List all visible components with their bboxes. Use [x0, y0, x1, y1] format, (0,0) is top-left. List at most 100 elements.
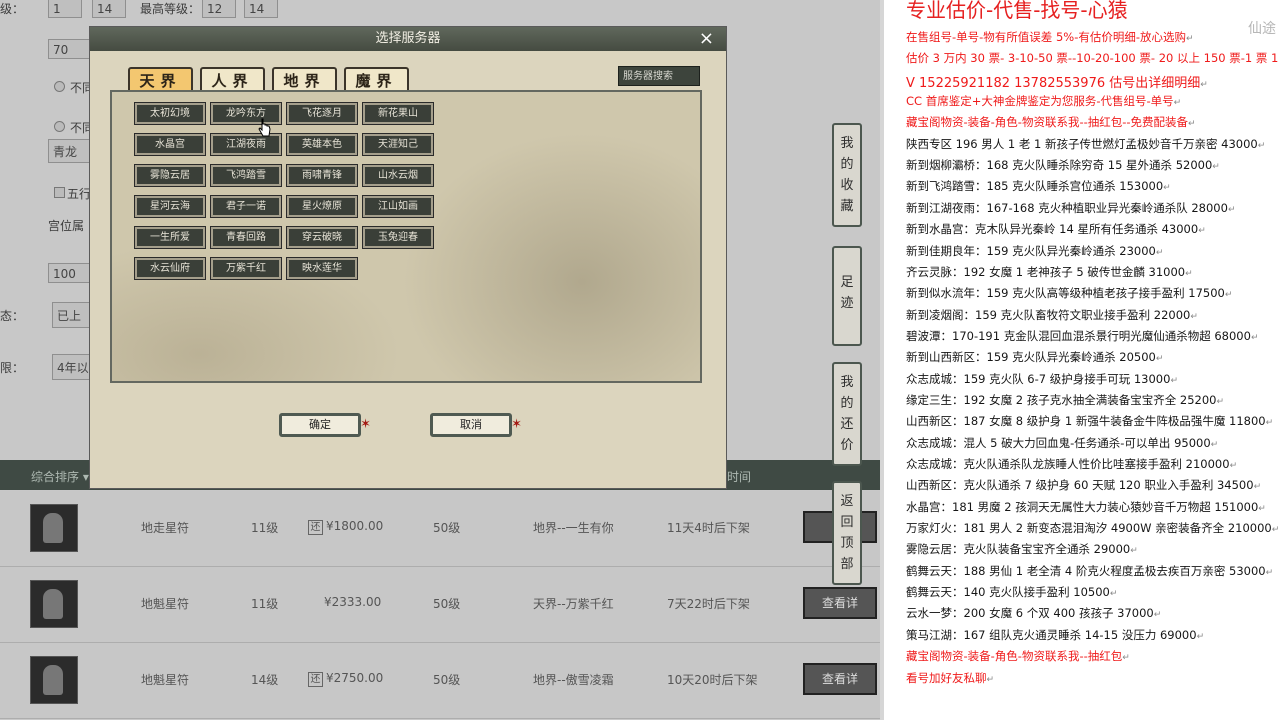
price-input[interactable]: 70 [48, 39, 93, 59]
server-button[interactable]: 一生所爱 [134, 226, 206, 249]
note-line: 藏宝阁物资-装备-角色-物资联系我--抽红包--免费配装备↵ [906, 114, 1196, 130]
note-line-text: 万家灯火：181 男人 2 新变态混泪淘汐 4900W 亲密装备齐全 21000… [906, 521, 1272, 536]
char-level: 50级 [433, 673, 461, 687]
max-level-label: 最高等级： [140, 2, 201, 16]
note-line-text: 新到似水流年：159 克火队高等级种植老孩子接手盈利 17500 [906, 286, 1225, 301]
max-level-to-select[interactable]: 14 [244, 0, 278, 18]
note-line-text: 陕西专区 196 男人 1 老 1 新孩子传世燃灯孟极妙音千万亲密 43000 [906, 136, 1258, 151]
item-server: 地界--傲雪凌霜 [533, 673, 614, 687]
server-button[interactable]: 青春回路 [210, 226, 282, 249]
sort-comprehensive[interactable]: 综合排序 ▾ [31, 468, 89, 485]
note-line-text: CC 首席鉴定+大神金牌鉴定为您服务-代售组号-单号 [906, 94, 1174, 109]
note-line: 新到似水流年：159 克火队高等级种植老孩子接手盈利 17500↵ [906, 285, 1232, 301]
note-line-text: 新到凌烟阁：159 克火队畜牧符文职业接手盈利 22000 [906, 307, 1191, 322]
max-level-from-select[interactable]: 12 [202, 0, 236, 18]
note-line: 众志成城：159 克火队 6-7 级护身接手可玩 13000↵ [906, 371, 1178, 387]
item-price: ¥2333.00 [324, 595, 382, 609]
server-button[interactable]: 飞花逐月 [286, 102, 358, 125]
item-name: 地走星符 [141, 521, 190, 535]
note-line: 鹤舞云天：188 男仙 1 老全清 4 阶克火程度孟极去疾百万亲密 53000↵ [906, 563, 1273, 579]
note-line-text: 藏宝阁物资-装备-角色-物资联系我--抽红包 [906, 649, 1123, 664]
level-to-select[interactable]: 14 [92, 0, 126, 18]
paragraph-mark-icon: ↵ [1122, 653, 1130, 664]
radio-option-1[interactable] [54, 81, 65, 92]
note-line: 山西新区：克火队通杀 7 级护身 60 天赋 120 职业入手盈利 34500↵ [906, 477, 1261, 493]
wuxing-checkbox[interactable] [54, 187, 65, 198]
time-left: 7天22时后下架 [667, 597, 750, 611]
dialog-titlebar: 选择服务器 × [90, 27, 726, 51]
value-100-input[interactable]: 100 [48, 263, 93, 283]
server-button[interactable]: 万紫千红 [210, 257, 282, 280]
side-nav-back-to-top[interactable]: 返 回 顶 部 [832, 481, 862, 585]
server-button[interactable]: 新花果山 [362, 102, 434, 125]
level-from-select[interactable]: 1 [48, 0, 82, 18]
paragraph-mark-icon: ↵ [1227, 204, 1236, 215]
server-button[interactable]: 水晶宫 [134, 133, 206, 156]
note-line-text: 众志成城：克火队通杀队龙族睡人性价比哇塞接手盈利 210000 [906, 457, 1230, 471]
note-line-text: 新到飞鸿踏雪：185 克火队睡杀宫位通杀 153000 [906, 179, 1164, 194]
listing-row[interactable]: 地走星符 11级 还 ¥1800.00 50级 地界--一生有你 11天4时后下架 [0, 491, 880, 567]
paragraph-mark-icon: ↵ [1271, 525, 1280, 536]
server-button[interactable]: 君子一诺 [210, 195, 282, 218]
qinglong-select[interactable]: 青龙 [48, 139, 93, 163]
item-server: 天界--万紫千红 [533, 597, 614, 611]
side-nav-my-offers[interactable]: 我 的 还 价 [832, 362, 862, 466]
sort-time[interactable]: 时间 [727, 468, 751, 485]
side-nav-char: 迹 [840, 296, 854, 311]
note-line-text: 缘定三生：192 女魔 2 孩子克水抽全满装备宝宝齐全 25200 [906, 392, 1217, 407]
item-name: 地魁星符 [141, 673, 190, 687]
confirm-button[interactable]: 确定 ✶ [279, 413, 371, 437]
note-line-text: 新到江湖夜雨：167-168 克火种植职业异光秦岭通杀队 28000 [906, 200, 1228, 215]
view-detail-button[interactable]: 查看详 [803, 587, 877, 619]
note-line-text: 鹤舞云天：188 男仙 1 老全清 4 阶克火程度孟极去疾百万亲密 53000 [906, 563, 1266, 578]
radio-option-2[interactable] [54, 121, 65, 132]
note-line-text: 新到山西新区：159 克火队异光秦岭通杀 20500 [906, 350, 1156, 365]
paragraph-mark-icon: ↵ [1163, 183, 1171, 194]
bargain-badge: 还 [308, 520, 323, 535]
server-button[interactable]: 玉兔迎春 [362, 226, 434, 249]
paragraph-mark-icon: ↵ [1212, 162, 1220, 173]
server-search-input[interactable]: 服务器搜索 [618, 66, 700, 86]
char-level: 50级 [433, 597, 461, 611]
server-button[interactable]: 英雄本色 [286, 133, 358, 156]
note-line: 新到山西新区：159 克火队异光秦岭通杀 20500↵ [906, 349, 1163, 365]
side-nav-char: 顶 [840, 536, 854, 551]
note-line: 估价 3 万内 30 票- 3-10-50 票--10-20-100 票- 20… [906, 50, 1280, 66]
item-price: 还 ¥1800.00 [308, 519, 383, 535]
seller-notes-panel: 专业估价-代售-找号-心猿 仙途 在售组号-单号-物有所值误差 5%-有估价明细… [880, 0, 1280, 720]
server-button[interactable]: 天涯知己 [362, 133, 434, 156]
server-button[interactable]: 江山如画 [362, 195, 434, 218]
server-button[interactable]: 雨啸青锋 [286, 164, 358, 187]
view-detail-button[interactable]: 查看详 [803, 663, 877, 695]
note-line: 新到江湖夜雨：167-168 克火种植职业异光秦岭通杀队 28000↵ [906, 200, 1236, 216]
status-label: 态： [0, 309, 25, 323]
listing-row[interactable]: 地魁星符 11级 ¥2333.00 50级 天界--万紫千红 7天22时后下架 … [0, 567, 880, 643]
note-line: 策马江湖：167 组队克火通灵睡杀 14-15 没压力 69000↵ [906, 627, 1204, 643]
side-nav-char: 足 [840, 275, 854, 290]
note-line: 在售组号-单号-物有所值误差 5%-有估价明细-放心选购↵ [906, 29, 1194, 45]
side-nav-favorites[interactable]: 我 的 收 藏 [832, 123, 862, 227]
server-button[interactable]: 星火燎原 [286, 195, 358, 218]
paragraph-mark-icon: ↵ [1200, 79, 1208, 90]
paragraph-mark-icon: ↵ [1210, 439, 1219, 450]
server-list-panel: 太初幻境 龙吟东方 飞花逐月 新花果山 水晶宫 江湖夜雨 英雄本色 天涯知己 雾… [110, 90, 702, 383]
listing-row[interactable]: 地魁星符 14级 还 ¥2750.00 50级 地界--傲雪凌霜 10天20时后下… [0, 643, 880, 719]
note-line-text: 齐云灵脉：192 女魔 1 老神孩子 5 破传世金麟 31000 [906, 264, 1186, 279]
side-nav-footprints[interactable]: 足 迹 [832, 246, 862, 346]
close-icon[interactable]: × [699, 27, 714, 51]
server-button[interactable]: 映水莲华 [286, 257, 358, 280]
server-button[interactable]: 太初幻境 [134, 102, 206, 125]
note-line: 看号加好友私聊↵ [906, 670, 994, 686]
server-button[interactable]: 飞鸿踏雪 [210, 164, 282, 187]
note-line-text: 鹤舞云天：140 克火队接手盈利 10500 [906, 585, 1110, 600]
server-button[interactable]: 雾隐云居 [134, 164, 206, 187]
note-line: 万家灯火：181 男人 2 新变态混泪淘汐 4900W 亲密装备齐全 21000… [906, 520, 1279, 536]
server-button[interactable]: 水云仙府 [134, 257, 206, 280]
server-button[interactable]: 星河云海 [134, 195, 206, 218]
cancel-button[interactable]: 取消 ✶ [430, 413, 522, 437]
paragraph-mark-icon: ↵ [1130, 546, 1138, 557]
note-line-text: V 15225921182 13782553976 估号出详细明细 [906, 75, 1201, 91]
note-line-text: 在售组号-单号-物有所值误差 5%-有估价明细-放心选购 [906, 30, 1186, 44]
server-button[interactable]: 穿云破晓 [286, 226, 358, 249]
server-button[interactable]: 山水云烟 [362, 164, 434, 187]
